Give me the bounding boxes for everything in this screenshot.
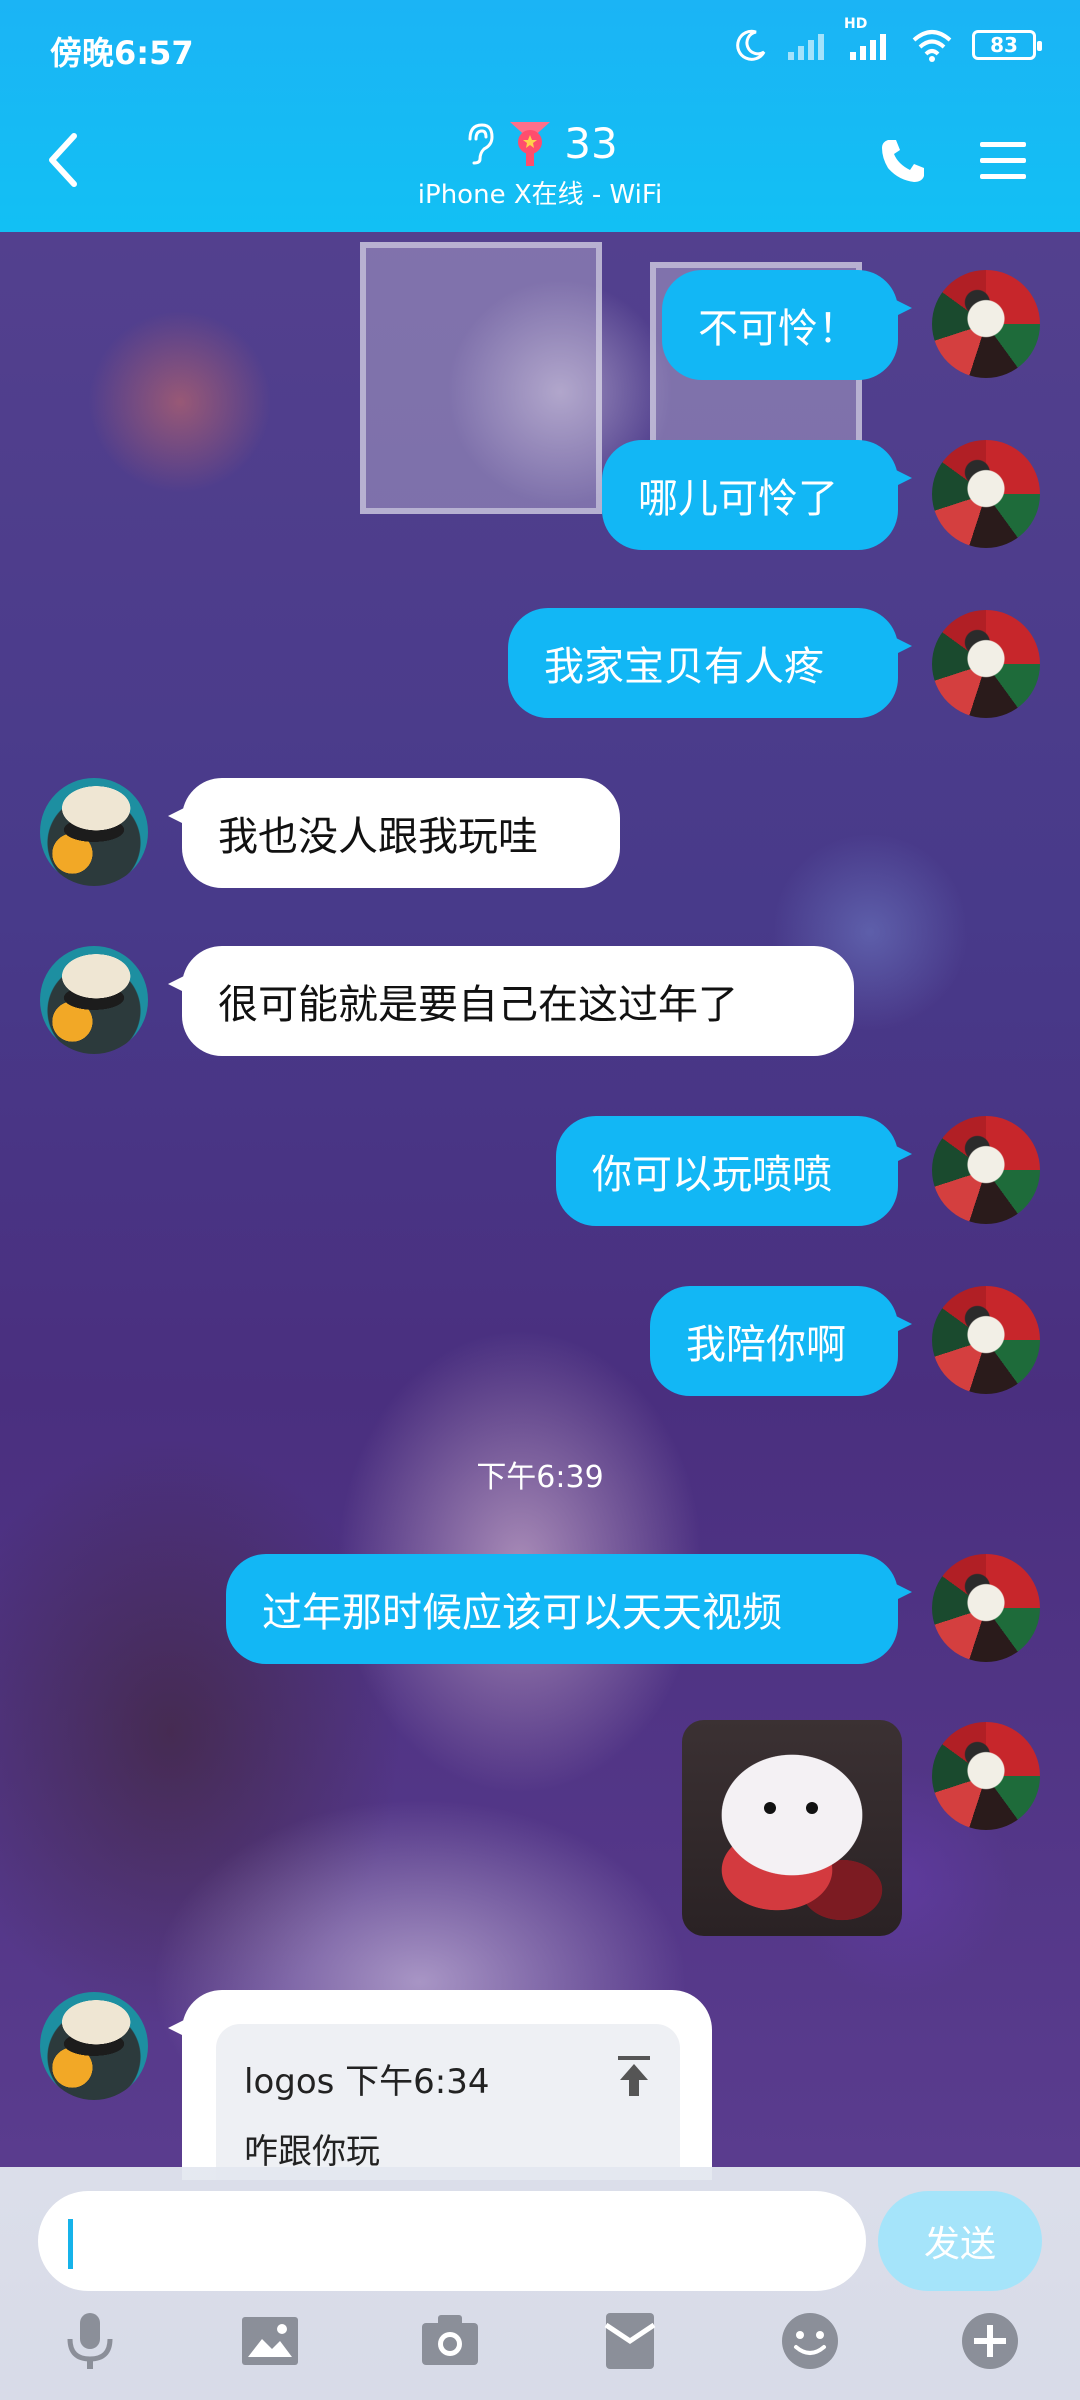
- image-icon[interactable]: [238, 2309, 302, 2373]
- chat-background-photo: [0, 232, 1080, 2167]
- signal-hd-icon: [850, 34, 886, 60]
- menu-icon[interactable]: [976, 138, 1030, 184]
- phone-icon[interactable]: [878, 136, 928, 186]
- red-packet-icon[interactable]: [598, 2309, 662, 2373]
- message-bubble-out[interactable]: 我陪你啊: [650, 1286, 912, 1396]
- text-cursor: [68, 2219, 73, 2269]
- hd-signal: HD: [844, 16, 892, 60]
- input-bar: 发送: [0, 2167, 1080, 2400]
- vip-badge-icon: [510, 122, 551, 166]
- message-input[interactable]: [38, 2191, 866, 2291]
- jump-to-quote-icon[interactable]: [614, 2054, 654, 2098]
- status-time: 傍晚6:57: [50, 34, 194, 72]
- my-avatar[interactable]: [932, 610, 1040, 718]
- my-avatar[interactable]: [932, 1286, 1040, 1394]
- contact-avatar[interactable]: [40, 778, 148, 886]
- my-avatar[interactable]: [932, 270, 1040, 378]
- my-avatar[interactable]: [932, 440, 1040, 548]
- reply-message-bubble[interactable]: logos 下午6:34 咋跟你玩: [168, 1990, 712, 2180]
- quoted-message[interactable]: logos 下午6:34 咋跟你玩: [216, 2024, 680, 2180]
- hd-label: HD: [844, 16, 868, 32]
- contact-name: 33: [564, 118, 618, 168]
- contact-avatar[interactable]: [40, 946, 148, 1054]
- message-timestamp: 下午6:39: [476, 1460, 604, 1495]
- message-bubble-out[interactable]: 哪儿可怜了: [602, 440, 912, 550]
- quote-text: 咋跟你玩: [244, 2132, 380, 2172]
- top-bar: 傍晚6:57 HD 83 33 iPhone X在线 - WiFi: [0, 0, 1080, 232]
- camera-icon[interactable]: [418, 2309, 482, 2373]
- message-bubble-out[interactable]: 你可以玩喷喷: [556, 1116, 912, 1226]
- quote-header: logos 下午6:34: [244, 2062, 490, 2102]
- wifi-icon: [912, 30, 952, 62]
- contact-avatar[interactable]: [40, 1992, 148, 2100]
- message-bubble-out[interactable]: 我家宝贝有人疼: [508, 608, 912, 718]
- message-bubble-out[interactable]: 不可怜！: [662, 270, 912, 380]
- my-avatar[interactable]: [932, 1722, 1040, 1830]
- ear-icon: [468, 123, 494, 165]
- message-bubble-in[interactable]: 很可能就是要自己在这过年了: [168, 946, 854, 1056]
- emoji-icon[interactable]: [778, 2309, 842, 2373]
- message-bubble-out[interactable]: 过年那时候应该可以天天视频: [226, 1554, 912, 1664]
- message-bubble-in[interactable]: 我也没人跟我玩哇: [168, 778, 620, 888]
- my-avatar[interactable]: [932, 1116, 1040, 1224]
- send-button[interactable]: 发送: [878, 2191, 1042, 2291]
- mic-icon[interactable]: [58, 2309, 122, 2373]
- battery-indicator: 83: [972, 30, 1042, 60]
- status-icons: HD 83: [734, 16, 1042, 62]
- cat-sticker-image[interactable]: [682, 1720, 902, 1936]
- moon-icon: [736, 29, 766, 61]
- plus-icon[interactable]: [958, 2309, 1022, 2373]
- signal-icon: [788, 34, 824, 60]
- my-avatar[interactable]: [932, 1554, 1040, 1662]
